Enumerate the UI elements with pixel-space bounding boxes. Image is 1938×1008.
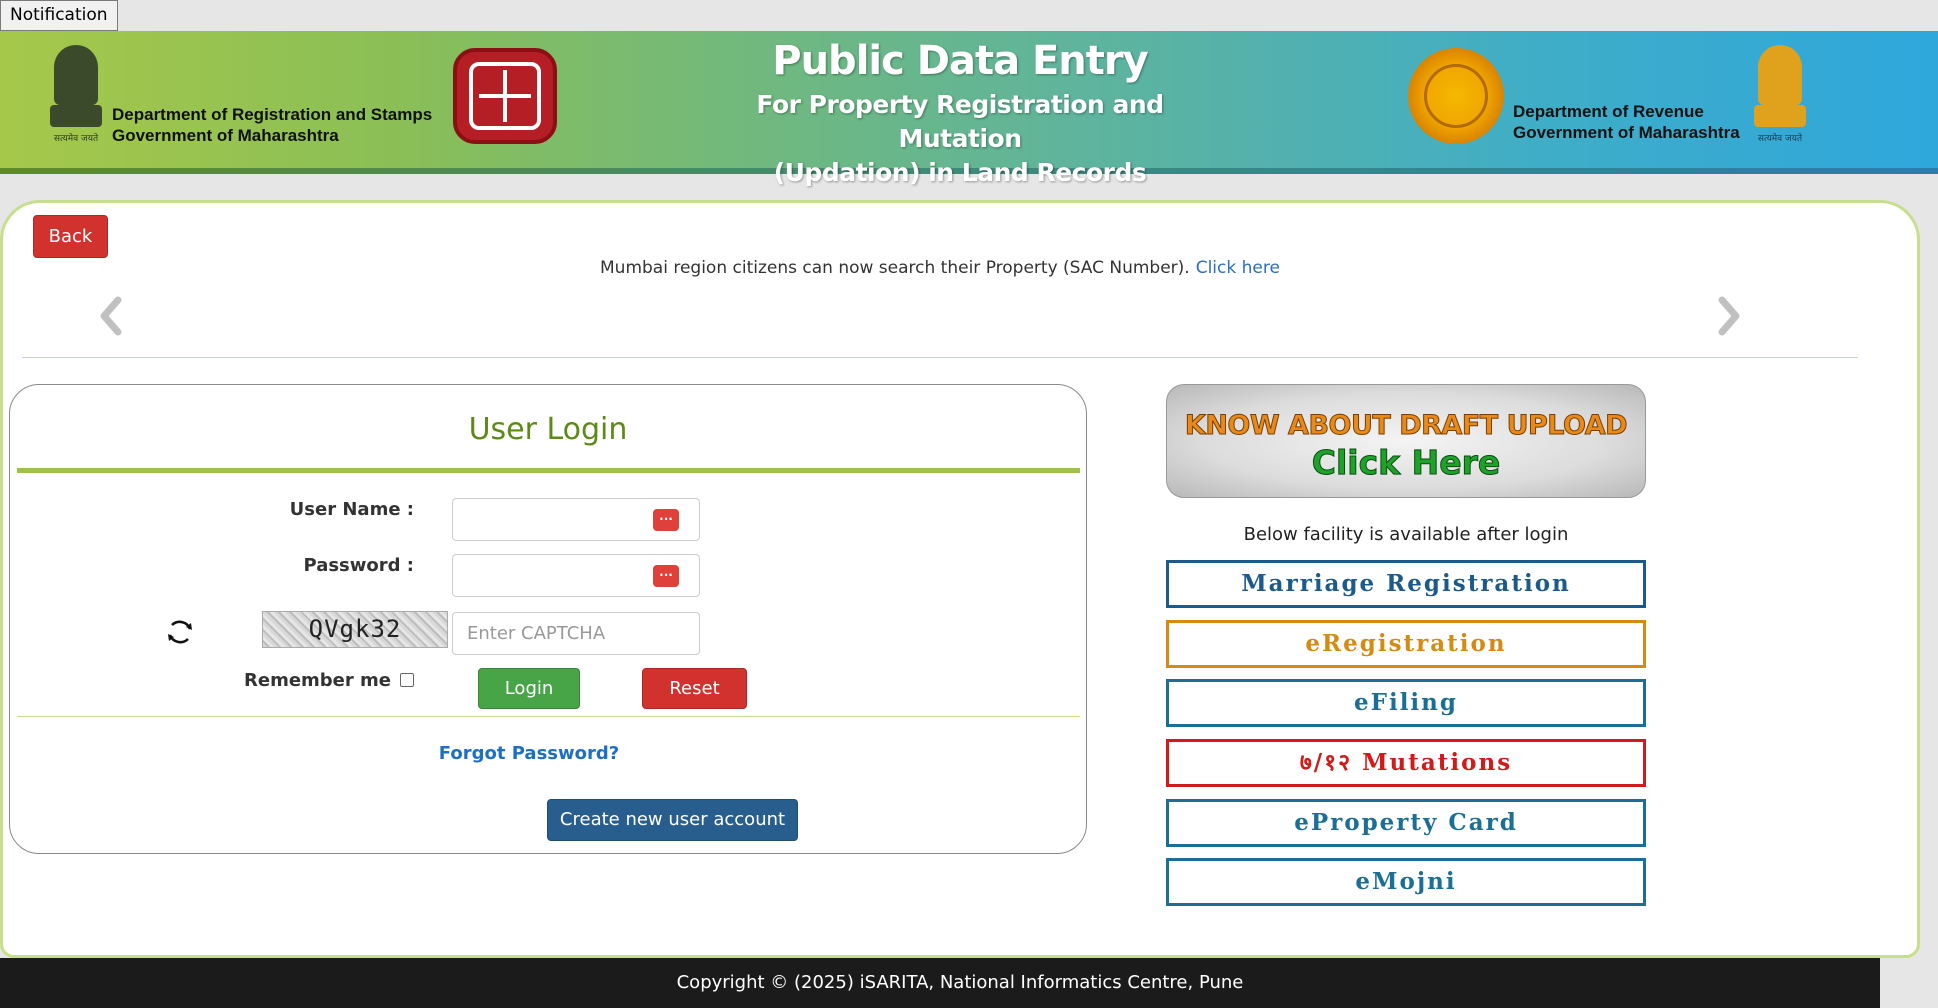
registration-dept-name: Department of Registration and Stamps Go…	[112, 105, 433, 145]
remember-me-checkbox[interactable]	[400, 673, 414, 687]
facility-mutations[interactable]: ७/१२ Mutations	[1166, 739, 1646, 787]
divider	[22, 357, 1858, 358]
igr-logo-icon	[453, 48, 557, 144]
news-ticker-link[interactable]: Click here	[1196, 258, 1280, 278]
login-button[interactable]: Login	[478, 668, 580, 709]
chevron-left-icon[interactable]	[98, 296, 124, 336]
page-title: Public Data Entry For Property Registrat…	[756, 38, 1164, 187]
draft-banner-title: KNOW ABOUT DRAFT UPLOAD	[1184, 410, 1628, 442]
captcha-input[interactable]: Enter CAPTCHA	[452, 612, 700, 655]
password-label: Password :	[303, 555, 414, 576]
revenue-dept-name: Department of Revenue Government of Maha…	[1513, 102, 1740, 142]
remember-me-label: Remember me	[244, 670, 391, 691]
facility-eproperty-card[interactable]: eProperty Card	[1166, 799, 1646, 847]
reset-button[interactable]: Reset	[642, 668, 747, 709]
facility-eregistration[interactable]: eRegistration	[1166, 620, 1646, 668]
password-manager-icon[interactable]: ···	[653, 509, 679, 531]
captcha-image: QVgk32	[262, 611, 448, 648]
login-title: User Login	[468, 412, 628, 447]
facility-emojni[interactable]: eMojni	[1166, 858, 1646, 906]
password-manager-icon[interactable]: ···	[653, 565, 679, 587]
facility-marriage-registration[interactable]: Marriage Registration	[1166, 560, 1646, 608]
facility-efiling[interactable]: eFiling	[1166, 679, 1646, 727]
forgot-password-link[interactable]: Forgot Password?	[9, 743, 1049, 764]
news-ticker-text: Mumbai region citizens can now search th…	[600, 258, 1190, 278]
back-button[interactable]: Back	[33, 215, 108, 258]
create-account-button[interactable]: Create new user account	[547, 799, 798, 841]
draft-banner-cta: Click Here	[1311, 443, 1501, 483]
username-input[interactable]: ···	[452, 498, 700, 541]
notification-button[interactable]: Notification	[0, 0, 118, 31]
maharashtra-seal-icon	[1408, 48, 1504, 144]
national-emblem-right-icon: सत्यमेव जयते	[1750, 45, 1810, 145]
chevron-right-icon[interactable]	[1716, 296, 1742, 336]
login-divider	[17, 716, 1080, 717]
footer-copyright: Copyright © (2025) iSARITA, National Inf…	[0, 958, 1880, 1008]
login-title-underline	[17, 468, 1080, 473]
username-label: User Name :	[289, 499, 414, 520]
news-ticker: Mumbai region citizens can now search th…	[600, 258, 1280, 278]
national-emblem-left-icon: सत्यमेव जयते	[46, 45, 106, 145]
refresh-captcha-icon[interactable]	[164, 615, 196, 649]
facility-intro: Below facility is available after login	[1243, 524, 1569, 545]
draft-upload-banner[interactable]: KNOW ABOUT DRAFT UPLOAD Click Here	[1166, 384, 1646, 498]
password-input[interactable]: ···	[452, 554, 700, 597]
